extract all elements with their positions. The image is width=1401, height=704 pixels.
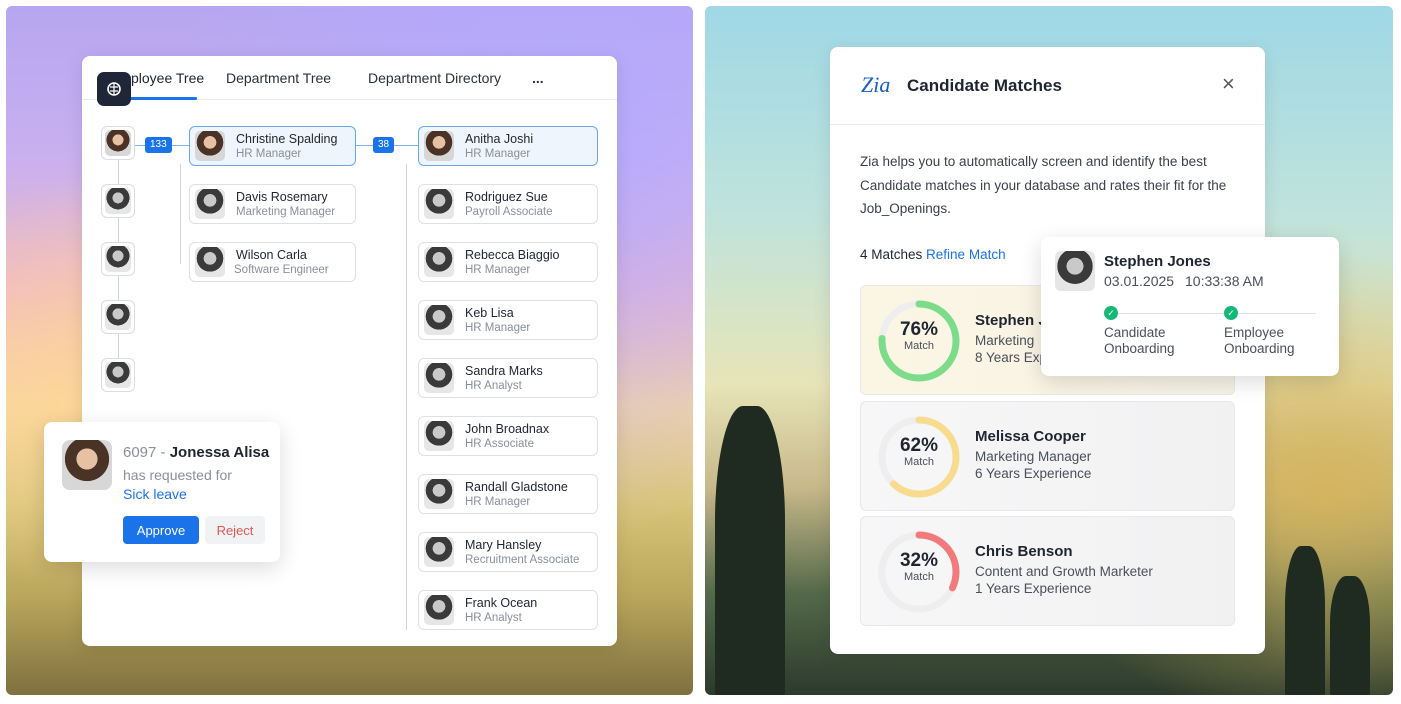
- tab-bar: Employee Tree Department Tree Department…: [82, 56, 617, 100]
- step-label: Employee: [1224, 325, 1285, 340]
- employee-node-manager[interactable]: Christine Spalding HR Manager: [189, 126, 356, 166]
- tab-department-directory[interactable]: Department Directory: [368, 70, 501, 86]
- leave-requester: 6097 - Jonessa Alisa: [123, 444, 270, 461]
- matches-summary: 4 Matches Refine Match: [860, 247, 1006, 262]
- employee-node[interactable]: Rodriguez Sue Payroll Associate: [418, 184, 598, 224]
- employee-node[interactable]: Rebecca Biaggio HR Manager: [418, 242, 598, 282]
- avatar: [1055, 251, 1095, 291]
- check-icon: ✓: [1224, 306, 1238, 320]
- tree-decoration: [715, 406, 785, 695]
- onboarding-card: Stephen Jones 03.01.2025 10:33:38 AM ✓ ✓…: [1041, 237, 1339, 376]
- report-count-badge: 38: [373, 137, 395, 153]
- employee-node[interactable]: Mary Hansley Recruitment Associate: [418, 532, 598, 572]
- reports-line: [406, 164, 407, 630]
- approve-button[interactable]: Approve: [123, 516, 199, 544]
- close-icon[interactable]: ×: [1222, 73, 1235, 95]
- hierarchy-avatar[interactable]: [101, 126, 135, 160]
- avatar: [62, 440, 112, 490]
- step-label: Onboarding: [1224, 341, 1295, 356]
- onboarding-name: Stephen Jones: [1104, 253, 1211, 270]
- brain-icon[interactable]: [97, 72, 131, 106]
- tree-decoration: [1285, 546, 1325, 695]
- description: Zia helps you to automatically screen an…: [860, 154, 1227, 216]
- employee-node[interactable]: John Broadnax HR Associate: [418, 416, 598, 456]
- employee-node[interactable]: Sandra Marks HR Analyst: [418, 358, 598, 398]
- match-card[interactable]: 62% Match Melissa Cooper Marketing Manag…: [860, 401, 1235, 511]
- tab-department-tree[interactable]: Department Tree: [226, 70, 331, 86]
- employee-node[interactable]: Davis Rosemary Marketing Manager: [189, 184, 356, 224]
- card-title: Candidate Matches: [907, 76, 1062, 95]
- step-label: Candidate: [1104, 325, 1166, 340]
- employee-node[interactable]: Keb Lisa HR Manager: [418, 300, 598, 340]
- zia-logo: Zia: [861, 72, 891, 97]
- employee-node[interactable]: Anitha Joshi HR Manager: [418, 126, 598, 166]
- employee-node[interactable]: Frank Ocean HR Analyst: [418, 590, 598, 630]
- step-label: Onboarding: [1104, 341, 1175, 356]
- employee-node[interactable]: Randall Gladstone HR Manager: [418, 474, 598, 514]
- onboarding-time: 10:33:38 AM: [1185, 273, 1264, 289]
- check-icon: ✓: [1104, 306, 1118, 320]
- card-header: Zia Candidate Matches ×: [830, 47, 1265, 125]
- hierarchy-avatar[interactable]: [101, 184, 135, 218]
- reject-button[interactable]: Reject: [205, 516, 265, 544]
- match-card[interactable]: 32% Match Chris Benson Content and Growt…: [860, 516, 1235, 626]
- tree-decoration: [1330, 576, 1370, 695]
- leave-text: has requested for: [123, 467, 232, 483]
- progress-line: [1111, 313, 1316, 314]
- direct-count-badge: 133: [145, 137, 172, 153]
- leave-request-card: 6097 - Jonessa Alisa has requested for S…: [44, 422, 280, 562]
- peer-line: [180, 164, 181, 264]
- refine-match-link[interactable]: Refine Match: [926, 247, 1006, 262]
- leave-type-link[interactable]: Sick leave: [123, 486, 187, 502]
- more-tabs-icon[interactable]: ...: [532, 70, 544, 86]
- hierarchy-avatar[interactable]: [101, 242, 135, 276]
- hierarchy-avatar[interactable]: [101, 358, 135, 392]
- employee-node[interactable]: Wilson Carla Software Engineer: [189, 242, 356, 282]
- onboarding-date: 03.01.2025: [1104, 273, 1175, 289]
- hierarchy-avatar[interactable]: [101, 300, 135, 334]
